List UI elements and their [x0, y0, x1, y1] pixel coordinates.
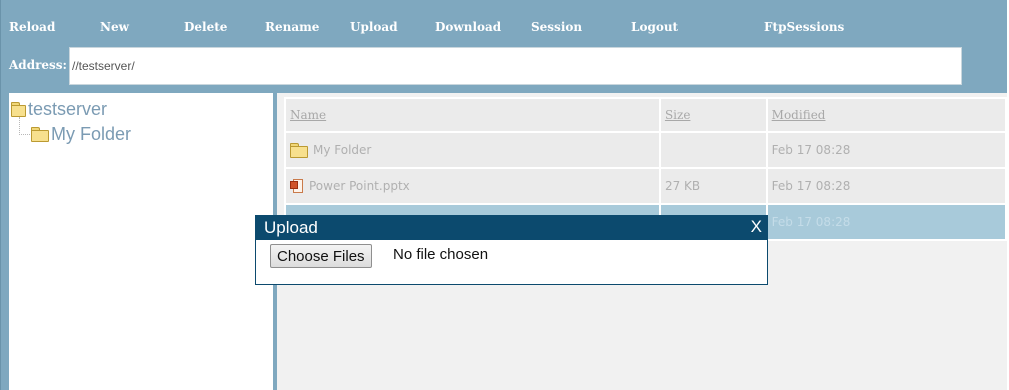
menu-new[interactable]: New	[100, 20, 129, 34]
address-input[interactable]	[69, 47, 962, 85]
close-button[interactable]: X	[751, 217, 762, 237]
menu-rename[interactable]: Rename	[265, 20, 319, 34]
file-status-text: No file chosen	[393, 246, 489, 263]
menu-session[interactable]: Session	[531, 20, 582, 34]
file-modified: Feb 17 08:28	[765, 167, 1008, 205]
dialog-title: Upload	[264, 218, 318, 237]
tree-node-root-label: testserver	[28, 99, 108, 119]
file-modified: Feb 17 08:28	[765, 131, 1008, 169]
file-name: Power Point.pptx	[309, 179, 410, 193]
folder-tree: testserver My Folder	[9, 93, 273, 390]
column-header-modified[interactable]: Modified	[765, 97, 1008, 133]
file-name-cell: Power Point.pptx	[284, 167, 661, 205]
tree-node-my-folder-label: My Folder	[51, 124, 132, 144]
table-row[interactable]: Power Point.pptx 27 KB Feb 17 08:28	[284, 167, 1008, 205]
top-menu: Reload New Delete Rename Upload Download…	[1, 0, 1007, 40]
folder-icon	[31, 127, 49, 142]
file-name-cell: My Folder	[284, 131, 661, 169]
file-name: My Folder	[313, 143, 372, 157]
menu-delete[interactable]: Delete	[184, 20, 227, 34]
upload-dialog: Upload X Choose Files No file chosen	[255, 215, 768, 285]
powerpoint-file-icon	[290, 178, 304, 194]
menu-upload[interactable]: Upload	[350, 20, 398, 34]
menu-ftpsessions[interactable]: FtpSessions	[764, 20, 844, 34]
address-label: Address:	[9, 58, 67, 72]
folder-icon	[11, 102, 26, 117]
menu-reload[interactable]: Reload	[9, 20, 55, 34]
app-frame: Reload New Delete Rename Upload Download…	[0, 0, 1008, 390]
menu-logout[interactable]: Logout	[631, 20, 678, 34]
table-row[interactable]: My Folder Feb 17 08:28	[284, 131, 1008, 169]
file-size	[658, 131, 768, 169]
column-header-size[interactable]: Size	[658, 97, 768, 133]
folder-icon	[290, 142, 308, 158]
choose-files-button[interactable]: Choose Files	[270, 244, 372, 268]
file-modified: Feb 17 08:28	[765, 203, 1008, 241]
menu-download[interactable]: Download	[435, 20, 501, 34]
table-header-row: Name Size Modified	[284, 97, 1008, 133]
dialog-header[interactable]: Upload X	[256, 216, 767, 240]
tree-node-my-folder[interactable]: My Folder	[31, 124, 131, 145]
column-header-name[interactable]: Name	[284, 97, 661, 133]
file-size: 27 KB	[658, 167, 768, 205]
